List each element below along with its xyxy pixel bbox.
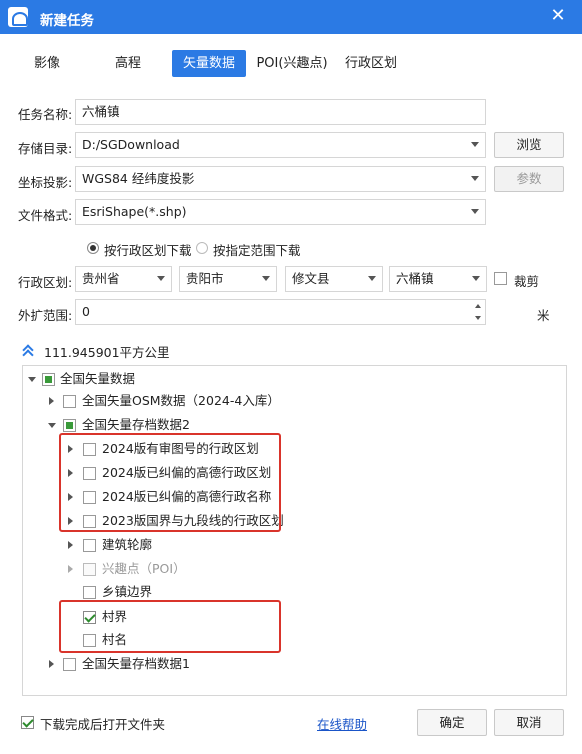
chevron-down-icon bbox=[262, 276, 270, 281]
radio-by-admin-label: 按行政区划下载 bbox=[104, 243, 192, 258]
tree-node-label: 建筑轮廓 bbox=[102, 537, 153, 552]
spin-down-icon[interactable] bbox=[475, 316, 481, 320]
online-help-link[interactable]: 在线帮助 bbox=[317, 714, 367, 733]
tree-node[interactable]: 全国矢量存档数据1 bbox=[23, 653, 563, 675]
tree-checkbox[interactable] bbox=[83, 586, 96, 599]
spin-up-icon[interactable] bbox=[475, 304, 481, 308]
expand-right-icon[interactable] bbox=[49, 660, 54, 668]
tab-vector-data[interactable]: 矢量数据 bbox=[172, 50, 246, 77]
chevron-down-icon bbox=[471, 142, 479, 147]
tree-node[interactable]: 全国矢量数据 bbox=[23, 368, 563, 390]
storage-dir-label: 存储目录: bbox=[18, 141, 73, 156]
city-value: 贵阳市 bbox=[186, 271, 224, 286]
collapse-up-icon[interactable] bbox=[22, 344, 34, 356]
tree-checkbox[interactable] bbox=[63, 658, 76, 671]
window-title: 新建任务 bbox=[40, 13, 94, 29]
chevron-down-icon bbox=[157, 276, 165, 281]
clip-label: 裁剪 bbox=[514, 274, 540, 289]
chevron-down-icon bbox=[471, 176, 479, 181]
file-format-label: 文件格式: bbox=[18, 208, 73, 223]
tree-checkbox[interactable] bbox=[42, 373, 55, 386]
tree-checkbox[interactable] bbox=[63, 395, 76, 408]
expand-right-icon[interactable] bbox=[68, 541, 73, 549]
tree-checkbox bbox=[83, 563, 96, 576]
open-folder-checkbox[interactable] bbox=[21, 716, 34, 729]
chevron-down-icon bbox=[472, 276, 480, 281]
expand-right-icon bbox=[68, 565, 73, 573]
buffer-label: 外扩范围: bbox=[18, 308, 73, 323]
clip-checkbox[interactable] bbox=[494, 272, 507, 285]
ok-button[interactable]: 确定 bbox=[417, 709, 487, 736]
tree-checkbox[interactable] bbox=[83, 539, 96, 552]
county-value: 修文县 bbox=[292, 271, 330, 286]
tree-node-label: 兴趣点（POI） bbox=[102, 561, 186, 576]
province-value: 贵州省 bbox=[82, 271, 120, 286]
tree-node: 兴趣点（POI） bbox=[23, 558, 563, 580]
expand-right-icon[interactable] bbox=[49, 397, 54, 405]
highlight-box bbox=[59, 600, 281, 653]
open-folder-label: 下载完成后打开文件夹 bbox=[40, 717, 166, 732]
province-select[interactable]: 贵州省 bbox=[75, 266, 172, 292]
params-button[interactable]: 参数 bbox=[494, 166, 564, 192]
tree-checkbox[interactable] bbox=[63, 419, 76, 432]
projection-value: WGS84 经纬度投影 bbox=[82, 171, 195, 186]
tree-node[interactable]: 全国矢量OSM数据（2024-4入库） bbox=[23, 390, 563, 412]
tree-node-label: 全国矢量数据 bbox=[60, 371, 136, 386]
tree-node-label: 全国矢量存档数据1 bbox=[82, 656, 190, 671]
radio-by-range[interactable] bbox=[196, 242, 208, 254]
buffer-unit: 米 bbox=[537, 308, 550, 323]
projection-label: 坐标投影: bbox=[18, 175, 73, 190]
browse-button[interactable]: 浏览 bbox=[494, 132, 564, 158]
area-text: 111.945901平方公里 bbox=[44, 345, 170, 360]
close-icon[interactable]: ✕ bbox=[548, 6, 568, 26]
title-bar: 新建任务 ✕ bbox=[0, 0, 582, 34]
expand-down-icon[interactable] bbox=[28, 377, 36, 382]
town-select[interactable]: 六桶镇 bbox=[389, 266, 487, 292]
storage-dir-select[interactable]: D:/SGDownload bbox=[75, 132, 486, 158]
county-select[interactable]: 修文县 bbox=[285, 266, 383, 292]
file-format-value: EsriShape(*.shp) bbox=[82, 204, 187, 219]
tab-bar: 影像 高程 矢量数据 POI(兴趣点) 行政区划 bbox=[0, 50, 582, 78]
highlight-box bbox=[59, 433, 281, 532]
tab-imagery[interactable]: 影像 bbox=[22, 50, 72, 77]
task-name-label: 任务名称: bbox=[18, 107, 73, 122]
cancel-button[interactable]: 取消 bbox=[494, 709, 564, 736]
radio-by-range-label: 按指定范围下载 bbox=[213, 243, 301, 258]
expand-down-icon[interactable] bbox=[48, 423, 56, 428]
tree-node[interactable]: 建筑轮廓 bbox=[23, 534, 563, 556]
storage-dir-value: D:/SGDownload bbox=[82, 137, 180, 152]
town-value: 六桶镇 bbox=[396, 271, 434, 286]
task-name-input[interactable]: 六桶镇 bbox=[75, 99, 486, 125]
tab-admin-division[interactable]: 行政区划 bbox=[340, 50, 402, 77]
tab-elevation[interactable]: 高程 bbox=[102, 50, 154, 77]
radio-by-admin[interactable] bbox=[87, 242, 99, 254]
file-format-select[interactable]: EsriShape(*.shp) bbox=[75, 199, 486, 225]
buffer-value: 0 bbox=[82, 304, 90, 319]
tab-poi[interactable]: POI(兴趣点) bbox=[254, 50, 330, 77]
projection-select[interactable]: WGS84 经纬度投影 bbox=[75, 166, 486, 192]
admin-region-label: 行政区划: bbox=[18, 275, 73, 290]
chevron-down-icon bbox=[368, 276, 376, 281]
app-icon bbox=[8, 7, 28, 27]
tree-node-label: 全国矢量OSM数据（2024-4入库） bbox=[82, 393, 280, 408]
chevron-down-icon bbox=[471, 209, 479, 214]
city-select[interactable]: 贵阳市 bbox=[179, 266, 277, 292]
buffer-spinbox[interactable]: 0 bbox=[75, 299, 486, 325]
